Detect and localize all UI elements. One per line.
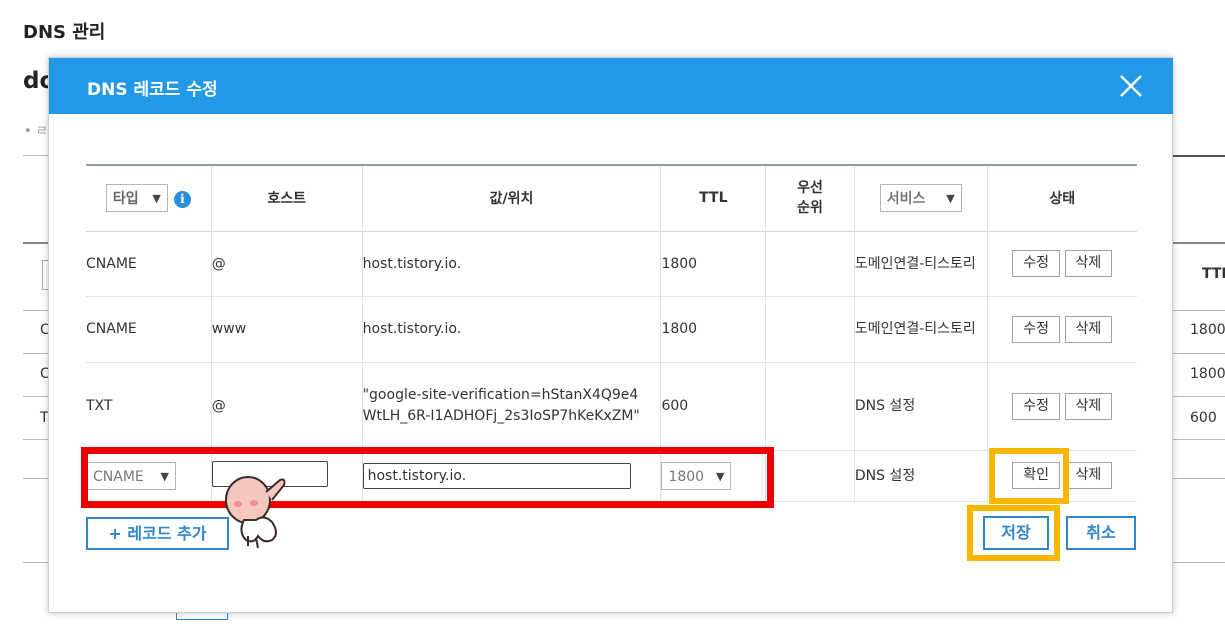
bg-row-line-1r xyxy=(1172,310,1225,311)
record-service: 도메인연결-티스토리 xyxy=(853,296,988,362)
record-type: TXT xyxy=(86,398,113,414)
bg-table-top-right xyxy=(1172,242,1225,244)
host-column-header: 호스트 xyxy=(210,165,363,231)
bg-table-top-left xyxy=(23,242,48,244)
bg-row-line-5 xyxy=(23,478,48,479)
record-status: 수정 삭제 xyxy=(986,296,1137,362)
modal-title: DNS 레코드 수정 xyxy=(87,80,218,100)
record-service: 도메인연결-티스토리 xyxy=(853,231,988,296)
record-ttl: 600 xyxy=(660,362,766,450)
bg-row-line-3 xyxy=(23,396,48,397)
page-title: DNS 관리 xyxy=(23,22,106,43)
edit-button[interactable]: 수정 xyxy=(1012,250,1061,277)
record-service: DNS 설정 xyxy=(853,362,988,450)
type-filter-label: 타입 xyxy=(112,191,139,208)
ttl-column-header: TTL xyxy=(660,165,766,231)
value-column-header: 값/위치 xyxy=(361,165,661,231)
edit-row-highlight xyxy=(81,447,774,508)
modal-header: DNS 레코드 수정 xyxy=(49,58,1173,114)
priority-header-label: 우선 순위 xyxy=(797,180,823,217)
edit-button[interactable]: 수정 xyxy=(1012,315,1061,343)
bg-row-line-6 xyxy=(23,562,48,563)
delete-button[interactable]: 삭제 xyxy=(1064,250,1113,277)
service-filter-label: 서비스 xyxy=(886,191,926,208)
close-icon[interactable] xyxy=(1117,72,1145,100)
bg-bullet-text: • ㄹ xyxy=(24,124,48,139)
bg-divider-2 xyxy=(1172,155,1225,157)
delete-button[interactable]: 삭제 xyxy=(1064,462,1113,489)
bg-row-line-4r xyxy=(1172,439,1225,440)
table-row: CNAME @ host.tistory.io. 1800 도메인연결-티스토리… xyxy=(86,231,1137,296)
record-host: @ xyxy=(210,362,363,450)
record-type: CNAME xyxy=(86,255,137,272)
info-icon[interactable]: i xyxy=(173,190,191,208)
record-status: 수정 삭제 xyxy=(986,231,1137,296)
record-value: "google-site-verification=hStanX4Q9e4WtL… xyxy=(361,362,661,450)
record-priority xyxy=(765,362,855,450)
bg-row-line-2r xyxy=(1172,353,1225,354)
edit-button[interactable]: 수정 xyxy=(1012,392,1061,420)
bg-divider-1 xyxy=(23,155,48,156)
priority-column-header: 우선 순위 xyxy=(765,165,855,231)
cancel-button[interactable]: 취소 xyxy=(1066,516,1136,550)
delete-button[interactable]: 삭제 xyxy=(1064,392,1113,420)
service-column-header: 서비스 ▼ xyxy=(853,165,988,231)
bg-row-line-6r xyxy=(1172,562,1225,563)
type-column-header: 타입 ▼ i xyxy=(86,165,211,231)
delete-button[interactable]: 삭제 xyxy=(1064,315,1113,343)
confirm-button-highlight xyxy=(989,448,1069,504)
edit-priority-cell xyxy=(765,450,855,501)
table-header-row: 타입 ▼ i 호스트 값/위치 TTL 우선 순위 서비스 ▼ 상태 xyxy=(86,165,1137,231)
record-host: www xyxy=(210,296,363,362)
type-filter-select[interactable]: 타입 ▼ xyxy=(105,184,168,213)
record-value: host.tistory.io. xyxy=(361,296,661,362)
record-ttl: 1800 xyxy=(660,231,766,296)
table-row: CNAME www host.tistory.io. 1800 도메인연결-티스… xyxy=(86,296,1137,362)
record-value: host.tistory.io. xyxy=(361,231,661,296)
save-button-highlight xyxy=(967,505,1060,561)
record-ttl: 1800 xyxy=(660,296,766,362)
service-filter-select[interactable]: 서비스 ▼ xyxy=(879,184,962,213)
bg-row-line-3r xyxy=(1172,396,1225,397)
bg-row-line-1 xyxy=(23,310,48,311)
add-record-button[interactable]: + 레코드 추가 xyxy=(86,517,229,550)
record-host: @ xyxy=(210,231,363,296)
bg-row-line-5r xyxy=(1172,478,1225,479)
bg-ttl-header: TTL xyxy=(1202,266,1225,282)
chevron-down-icon: ▼ xyxy=(946,192,955,206)
bg-row-ttl: 1800 xyxy=(1190,366,1225,382)
record-type: CNAME xyxy=(86,321,137,337)
record-priority xyxy=(765,296,855,362)
record-priority xyxy=(765,231,855,296)
record-status: 수정 삭제 xyxy=(986,362,1137,450)
edit-service-cell: DNS 설정 xyxy=(853,450,988,501)
table-row: TXT @ "google-site-verification=hStanX4Q… xyxy=(86,362,1137,450)
bg-row-ttl: 600 xyxy=(1190,410,1217,426)
bg-row-line-4 xyxy=(23,439,48,440)
status-column-header: 상태 xyxy=(986,165,1137,231)
chevron-down-icon: ▼ xyxy=(152,192,161,206)
bg-row-line-2 xyxy=(23,353,48,354)
pointing-mascot-icon xyxy=(225,476,286,549)
bg-row-ttl: 1800 xyxy=(1190,322,1225,338)
